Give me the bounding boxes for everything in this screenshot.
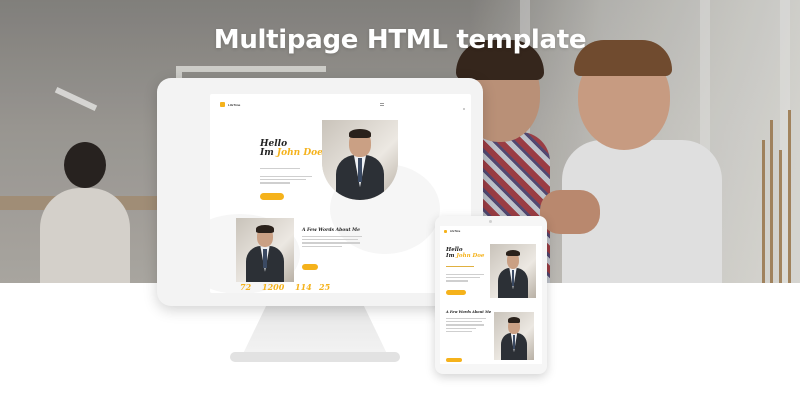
desktop-about-heading: A Few Words About Me [302, 228, 361, 233]
stat-value: 114 [295, 282, 312, 292]
tablet-tagline [446, 266, 476, 269]
menu-icon[interactable] [380, 103, 384, 106]
stat-value: 25 [319, 282, 331, 292]
desktop-logo[interactable]: LifeTime [220, 102, 240, 107]
monitor-base [230, 352, 400, 362]
banner-title: Multipage HTML template [213, 25, 587, 55]
tablet-about-photo [494, 312, 534, 360]
tablet-about-button[interactable] [446, 358, 462, 362]
desktop-screen: LifeTime Hello Im John Doe A Few Words A… [210, 94, 471, 293]
stat-value: 72 [240, 282, 252, 292]
tablet-logo[interactable]: LifeTime [444, 230, 460, 233]
desktop-about-photo [236, 218, 294, 282]
desktop-about-button[interactable] [302, 264, 318, 270]
tablet-hero-portrait [490, 244, 536, 298]
desktop-hero-portrait [322, 120, 398, 200]
desktop-about-text [302, 236, 362, 249]
tablet-camera-icon [489, 220, 492, 223]
stat-value: 1200 [262, 282, 285, 292]
tablet-intro-text [446, 274, 484, 284]
tablet-about-text [446, 318, 486, 334]
desktop-intro-text [260, 176, 312, 186]
desktop-tagline [260, 168, 300, 171]
tablet-screen: LifeTime Hello Im John Doe A Few Words A… [440, 226, 542, 364]
logo-mark-icon [220, 102, 225, 107]
tablet-about-heading: A Few Words About Me [446, 310, 492, 314]
desktop-hero-heading: Hello Im John Doe [260, 139, 323, 159]
logo-mark-icon [444, 230, 447, 233]
tablet-cta-button[interactable] [446, 290, 466, 295]
vertical-dot-nav[interactable] [463, 108, 465, 110]
tablet-device: LifeTime Hello Im John Doe A Few Words A… [435, 216, 547, 374]
desktop-cta-button[interactable] [260, 193, 284, 200]
tablet-hero-heading: Hello Im John Doe [446, 247, 485, 259]
